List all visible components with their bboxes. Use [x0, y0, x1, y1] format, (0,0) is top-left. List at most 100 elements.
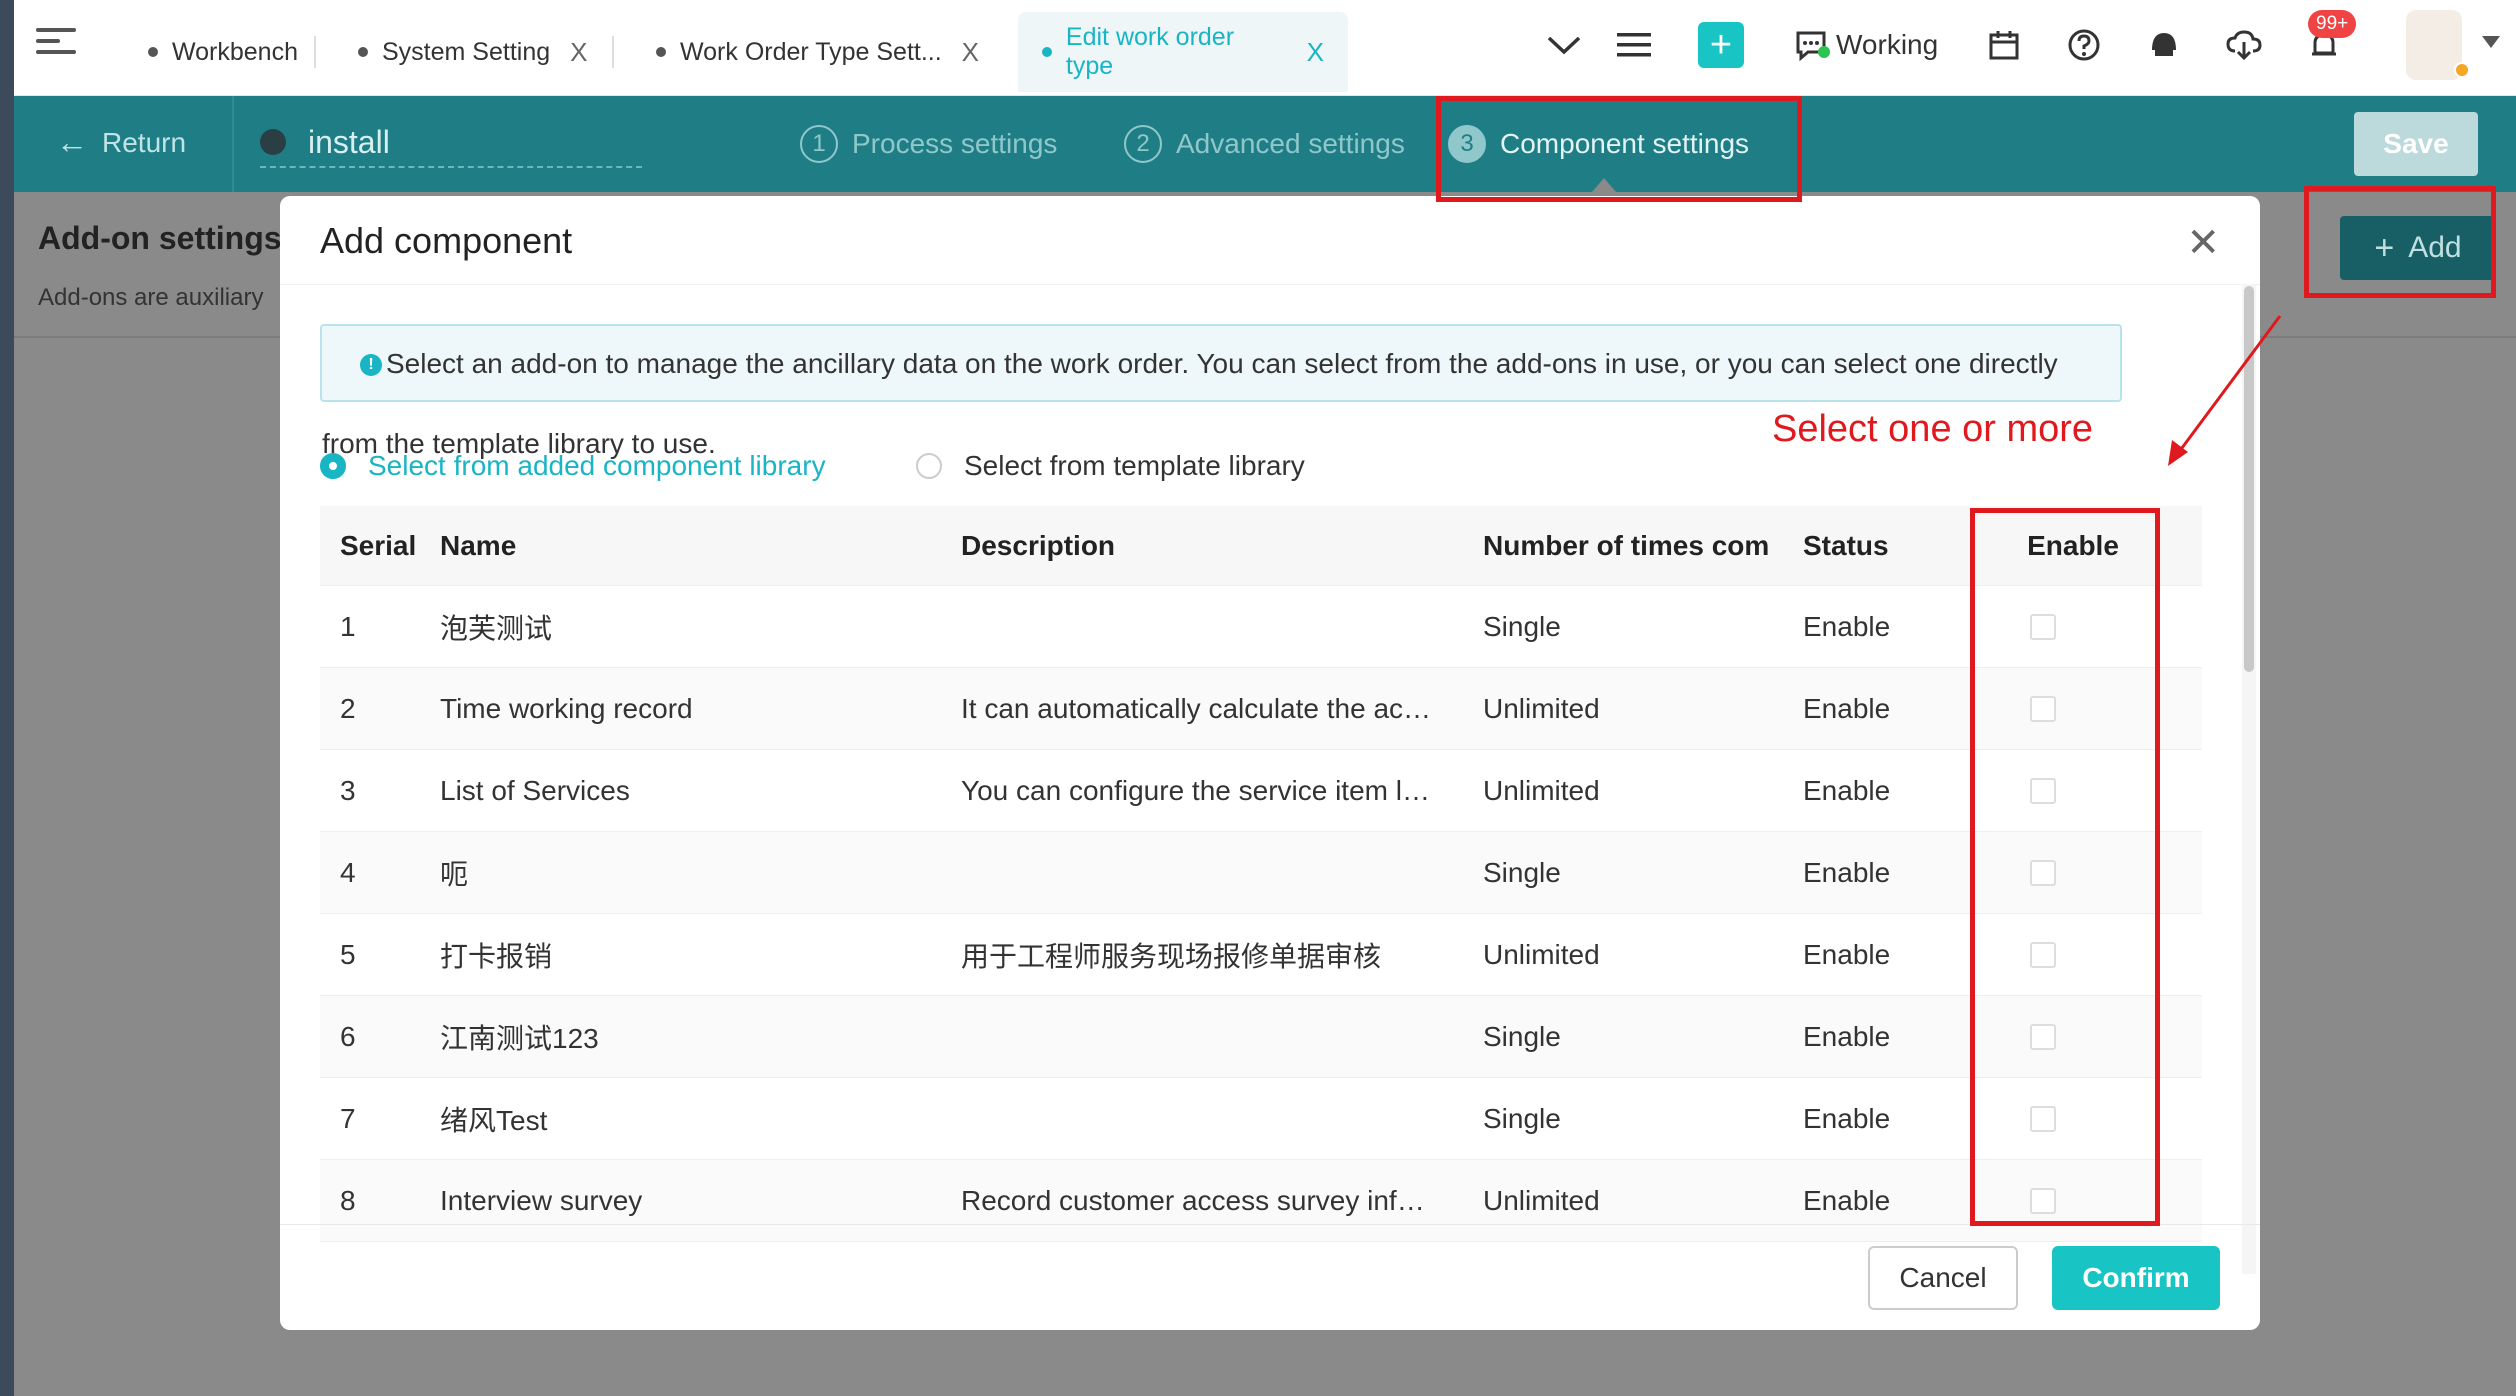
- cell-name: List of Services: [440, 774, 630, 806]
- cell-times: Unlimited: [1483, 692, 1600, 724]
- tab-system-setting[interactable]: System Setting X: [334, 12, 611, 92]
- close-icon[interactable]: X: [962, 37, 979, 68]
- cell-status: Enable: [1803, 1102, 1891, 1134]
- quick-create-button[interactable]: +: [1698, 22, 1744, 68]
- highlight-component-settings: [1436, 96, 1802, 202]
- close-icon[interactable]: X: [570, 37, 587, 68]
- table-row[interactable]: 1 泡芙测试 Single Enable: [320, 586, 2202, 668]
- radio-unchecked-icon: [916, 453, 942, 479]
- cell-status: Enable: [1803, 1184, 1891, 1216]
- table-header: Serial Name Description Number of times …: [320, 506, 2202, 586]
- cell-description: Record customer access survey inf…: [961, 1184, 1425, 1216]
- addon-settings-title: Add-on settings: [38, 220, 282, 256]
- cell-times: Unlimited: [1483, 1184, 1600, 1216]
- close-icon[interactable]: ✕: [2186, 220, 2220, 266]
- step-process-settings[interactable]: 1 Process settings: [800, 122, 1057, 166]
- cell-times: Single: [1483, 1020, 1561, 1052]
- column-header-description: Description: [961, 529, 1116, 561]
- tab-work-order-type-settings[interactable]: Work Order Type Sett... X: [632, 12, 1003, 92]
- tab-label: Workbench: [172, 37, 298, 66]
- cell-serial: 3: [340, 774, 356, 806]
- cell-times: Single: [1483, 856, 1561, 888]
- cell-status: Enable: [1803, 610, 1891, 642]
- table-row[interactable]: 6 江南测试123 Single Enable: [320, 996, 2202, 1078]
- tab-dot-icon: [358, 47, 368, 57]
- support-agent-icon[interactable]: [2144, 22, 2184, 68]
- work-status-toggle[interactable]: Working: [1794, 24, 1938, 66]
- tab-dot-icon: [148, 47, 158, 57]
- table-row[interactable]: 8 Interview survey Record customer acces…: [320, 1160, 2202, 1242]
- column-header-times: Number of times com: [1483, 529, 1770, 561]
- list-menu-icon[interactable]: [1614, 22, 1654, 68]
- tab-edit-work-order-type[interactable]: Edit work order type X: [1018, 12, 1348, 92]
- modal-header-divider: [280, 284, 2260, 285]
- add-component-modal: Add component ✕ ! Select an add-on to ma…: [280, 196, 2260, 1330]
- notification-badge: 99+: [2308, 10, 2357, 38]
- cell-serial: 2: [340, 692, 356, 724]
- info-icon: !: [360, 354, 382, 376]
- step-label: Process settings: [852, 128, 1058, 159]
- calendar-icon[interactable]: [1984, 22, 2024, 68]
- table-row[interactable]: 3 List of Services You can configure the…: [320, 750, 2202, 832]
- cell-name: 打卡报销: [440, 940, 553, 972]
- tab-label: Edit work order type: [1065, 23, 1235, 80]
- user-menu-caret-icon[interactable]: [2482, 36, 2500, 48]
- step-label: Advanced settings: [1176, 128, 1405, 159]
- cell-serial: 6: [340, 1020, 356, 1052]
- annotation-text: Select one or more: [1772, 408, 2094, 450]
- cell-serial: 5: [340, 938, 356, 970]
- tab-label: Work Order Type Sett...: [680, 37, 942, 66]
- avatar[interactable]: [2406, 10, 2470, 80]
- scrollbar-thumb[interactable]: [2244, 286, 2254, 672]
- radio-added-library[interactable]: Select from added component library: [320, 450, 826, 482]
- return-button[interactable]: ← Return: [56, 124, 186, 161]
- step-advanced-settings[interactable]: 2 Advanced settings: [1124, 122, 1405, 166]
- form-name-value: install: [308, 123, 390, 160]
- modal-footer-divider: [280, 1224, 2260, 1225]
- cell-times: Unlimited: [1483, 774, 1600, 806]
- column-header-serial: Serial: [340, 529, 417, 561]
- form-icon: [260, 129, 286, 155]
- chevron-down-icon[interactable]: [1544, 22, 1584, 68]
- close-icon[interactable]: X: [1307, 37, 1324, 68]
- cell-status: Enable: [1803, 938, 1891, 970]
- form-name-input[interactable]: install: [260, 118, 642, 168]
- info-alert: ! Select an add-on to manage the ancilla…: [320, 324, 2122, 402]
- cell-serial: 8: [340, 1184, 356, 1216]
- cell-status: Enable: [1803, 774, 1891, 806]
- table-row[interactable]: 2 Time working record It can automatical…: [320, 668, 2202, 750]
- online-status-dot: [1818, 46, 1830, 58]
- modal-title: Add component: [320, 220, 573, 261]
- work-status-label: Working: [1836, 29, 1939, 60]
- help-icon[interactable]: [2064, 22, 2104, 68]
- cell-status: Enable: [1803, 856, 1891, 888]
- tab-dot-icon: [656, 47, 666, 57]
- confirm-button[interactable]: Confirm: [2052, 1246, 2220, 1310]
- collapse-menu-icon[interactable]: [36, 28, 76, 62]
- column-header-name: Name: [440, 529, 517, 561]
- column-header-status: Status: [1803, 529, 1889, 561]
- radio-checked-icon: [320, 453, 346, 479]
- cloud-download-icon[interactable]: [2224, 22, 2264, 68]
- cell-description: 用于工程师服务现场报修单据审核: [961, 940, 1382, 972]
- radio-label: Select from template library: [964, 450, 1305, 481]
- cell-name: 绪风Test: [440, 1104, 548, 1136]
- tab-workbench[interactable]: Workbench: [124, 12, 322, 92]
- cancel-button[interactable]: Cancel: [1868, 1246, 2018, 1310]
- table-row[interactable]: 5 打卡报销 用于工程师服务现场报修单据审核 Unlimited Enable: [320, 914, 2202, 996]
- cell-description: You can configure the service item l…: [961, 774, 1430, 806]
- tab-separator: [314, 36, 316, 68]
- editor-header: ← Return install 1 Process settings 2 Ad…: [14, 96, 2516, 192]
- top-tab-bar: Workbench System Setting X Work Order Ty…: [14, 0, 2516, 96]
- return-label: Return: [102, 126, 187, 158]
- step-number: 2: [1124, 125, 1162, 163]
- radio-template-library[interactable]: Select from template library: [916, 450, 1305, 482]
- table-row[interactable]: 7 绪风Test Single Enable: [320, 1078, 2202, 1160]
- cell-serial: 4: [340, 856, 356, 888]
- save-button[interactable]: Save: [2354, 112, 2478, 176]
- cell-serial: 7: [340, 1102, 356, 1134]
- modal-scrollbar[interactable]: [2242, 284, 2256, 1274]
- arrow-left-icon: ←: [56, 124, 88, 160]
- table-row[interactable]: 4 呃 Single Enable: [320, 832, 2202, 914]
- cell-name: 泡芙测试: [440, 612, 553, 644]
